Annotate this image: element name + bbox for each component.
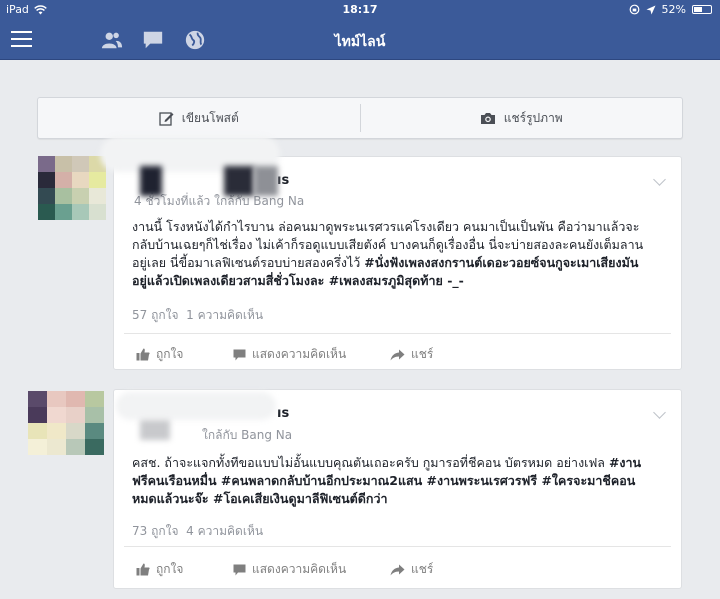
comment-count[interactable]: 4 ความคิดเห็น bbox=[186, 524, 263, 538]
post-counts: 57 ถูกใจ 1 ความคิดเห็น bbox=[132, 306, 263, 325]
author-name-obscured bbox=[116, 392, 276, 420]
comment-label: แสดงความคิดเห็น bbox=[252, 562, 347, 576]
page-title: ไทม์ไลน์ bbox=[334, 34, 386, 50]
post-text: คสช. ถ้าจะแจกทั้งทีขอแบบไม่อั้นแบบคุณตัน… bbox=[132, 454, 652, 508]
share-label: แชร์ bbox=[411, 347, 434, 361]
like-label: ถูกใจ bbox=[156, 347, 184, 361]
clock: 18:17 bbox=[342, 3, 378, 16]
thumbs-up-icon bbox=[136, 348, 150, 361]
post-text-plain: คสช. ถ้าจะแจกทั้งทีขอแบบไม่อั้นแบบคุณตัน… bbox=[132, 455, 609, 470]
top-nav-bar: ไทม์ไลน์ bbox=[0, 20, 720, 60]
comment-icon bbox=[233, 564, 246, 575]
author-name-obscured bbox=[224, 166, 254, 196]
edit-icon bbox=[159, 111, 174, 126]
avatar[interactable] bbox=[28, 391, 104, 455]
author-name-obscured bbox=[140, 420, 170, 440]
share-photo-button[interactable]: แชร์รูปภาพ bbox=[361, 98, 683, 138]
comment-icon bbox=[233, 349, 246, 360]
comment-label: แสดงความคิดเห็น bbox=[252, 347, 347, 361]
post-card: ıs 4 ชั่วโมงที่แล้ว ใกล้กับ Bang Na งานน… bbox=[113, 156, 682, 370]
share-button[interactable]: แชร์ bbox=[390, 560, 433, 579]
author-name-obscured bbox=[254, 166, 278, 196]
post-meta: ใกล้กับ Bang Na bbox=[202, 428, 293, 442]
share-button[interactable]: แชร์ bbox=[390, 345, 433, 364]
like-count[interactable]: 57 ถูกใจ bbox=[132, 308, 179, 322]
post-counts: 73 ถูกใจ 4 ความคิดเห็น bbox=[132, 522, 263, 541]
author-name-obscured bbox=[140, 166, 162, 196]
comment-button[interactable]: แสดงความคิดเห็น bbox=[233, 560, 346, 579]
like-button[interactable]: ถูกใจ bbox=[136, 345, 183, 364]
camera-icon bbox=[480, 112, 495, 124]
share-icon bbox=[390, 349, 405, 360]
share-icon bbox=[390, 564, 405, 575]
avatar[interactable] bbox=[38, 156, 106, 220]
comment-button[interactable]: แสดงความคิดเห็น bbox=[233, 345, 346, 364]
post-divider bbox=[124, 546, 671, 547]
battery-percent: 52% bbox=[661, 3, 686, 16]
thumbs-up-icon bbox=[136, 563, 150, 576]
chevron-down-icon[interactable] bbox=[653, 406, 666, 419]
share-photo-label: แชร์รูปภาพ bbox=[503, 110, 563, 125]
composer-bar: เขียนโพสต์ แชร์รูปภาพ bbox=[37, 97, 683, 139]
write-post-button[interactable]: เขียนโพสต์ bbox=[38, 98, 360, 138]
write-post-label: เขียนโพสต์ bbox=[181, 110, 239, 125]
post-text: งานนี้ โรงหนังได้กำไรบาน ล่อคนมาดูพระนเร… bbox=[132, 218, 652, 290]
battery-fill bbox=[694, 7, 703, 12]
post-actions: ถูกใจ แสดงความคิดเห็น แชร์ bbox=[114, 337, 681, 367]
battery-icon bbox=[692, 5, 712, 14]
post-actions: ถูกใจ แสดงความคิดเห็น แชร์ bbox=[114, 552, 681, 582]
location-icon bbox=[646, 5, 656, 14]
chevron-down-icon[interactable] bbox=[653, 173, 666, 186]
post-author[interactable]: ıs bbox=[277, 173, 289, 188]
like-label: ถูกใจ bbox=[156, 562, 184, 576]
status-right: 52% bbox=[629, 3, 712, 16]
like-count[interactable]: 73 ถูกใจ bbox=[132, 524, 179, 538]
post-divider bbox=[124, 333, 671, 334]
like-button[interactable]: ถูกใจ bbox=[136, 560, 183, 579]
post-author[interactable]: ıs bbox=[277, 406, 289, 421]
share-label: แชร์ bbox=[411, 562, 434, 576]
rotation-lock-icon bbox=[629, 4, 639, 15]
comment-count[interactable]: 1 ความคิดเห็น bbox=[186, 308, 263, 322]
status-bar: iPad 18:17 52% bbox=[0, 0, 720, 20]
